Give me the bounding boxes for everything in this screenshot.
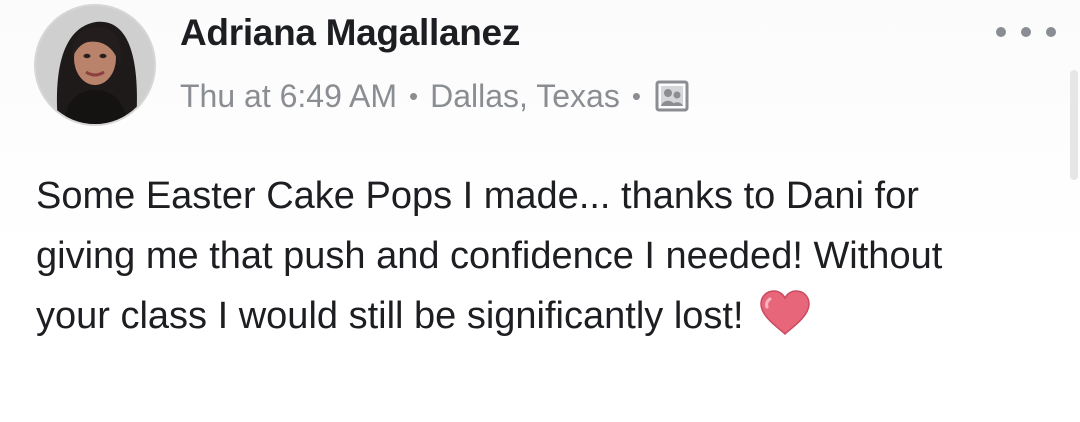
more-options-icon[interactable] [996,18,1056,46]
facebook-post: Adriana Magallanez Thu at 6:49 AM • Dall… [0,0,1080,422]
meta-separator: • [409,80,419,111]
more-dot [1046,27,1056,37]
post-meta: Thu at 6:49 AM • Dallas, Texas • [180,76,689,116]
post-timestamp[interactable]: Thu at 6:49 AM [180,78,397,115]
heart-icon [758,290,812,336]
photo-audience-icon[interactable] [655,79,689,113]
post-text: Some Easter Cake Pops I made... thanks t… [36,166,1026,346]
avatar-photo [36,6,154,124]
more-dot [996,27,1006,37]
scrollbar[interactable] [1070,70,1078,180]
more-dot [1021,27,1031,37]
post-location[interactable]: Dallas, Texas [430,78,620,115]
meta-separator: • [631,80,641,111]
author-avatar[interactable] [36,6,154,124]
author-name[interactable]: Adriana Magallanez [180,12,520,54]
